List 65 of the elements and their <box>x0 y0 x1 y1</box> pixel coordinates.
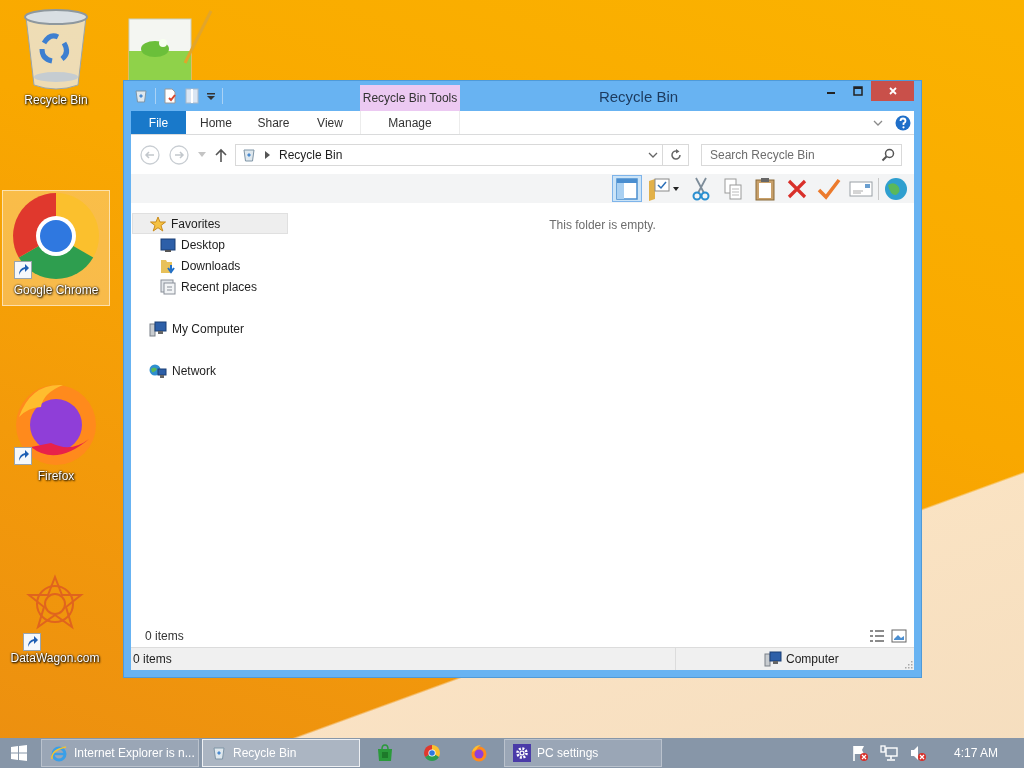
internet-explorer-icon <box>50 744 68 762</box>
status-text: 0 items <box>132 652 173 666</box>
shopping-bag-icon <box>376 744 394 762</box>
status-text: Computer <box>786 652 839 666</box>
shell-icon <box>884 176 908 201</box>
recycle-bin-icon <box>211 745 227 761</box>
nav-item[interactable]: Downloads <box>131 255 291 276</box>
nav-item[interactable]: Favorites <box>132 213 288 234</box>
dropdown-icon[interactable] <box>206 91 216 101</box>
ribbon-tab[interactable]: View <box>301 111 359 134</box>
refresh-icon <box>668 147 683 162</box>
recycle-bin-icon[interactable] <box>133 88 149 104</box>
empty-folder-message: This folder is empty. <box>548 218 657 232</box>
copy-icon <box>723 177 743 200</box>
nav-item[interactable]: Desktop <box>131 234 291 255</box>
contextual-tab-group: Recycle Bin Tools <box>360 85 460 111</box>
document-check-icon[interactable] <box>162 88 178 104</box>
envelope-icon <box>849 179 873 198</box>
refresh-button[interactable] <box>663 143 689 166</box>
pane-layout-icon <box>616 177 638 200</box>
ribbon-tab[interactable]: Home <box>186 111 246 134</box>
windows-logo-icon <box>11 745 27 761</box>
scissors-icon <box>691 176 711 201</box>
resize-grip-icon[interactable] <box>903 659 913 669</box>
firefox-icon <box>470 744 488 762</box>
close-button[interactable] <box>871 81 914 101</box>
chevron-icon[interactable] <box>648 151 658 158</box>
star-icon <box>150 215 166 232</box>
download-folder-icon <box>160 257 176 274</box>
item-count: 0 items <box>145 629 184 643</box>
breadcrumb-arrow-icon[interactable] <box>265 150 270 159</box>
maximize-icon <box>852 86 863 96</box>
close-icon <box>887 86 898 96</box>
flag-icon[interactable] <box>850 744 869 762</box>
chrome-icon[interactable] <box>11 191 101 281</box>
window-title: Recycle Bin <box>597 86 680 107</box>
nav-item[interactable]: Recent places <box>131 276 291 297</box>
search-field[interactable]: Search Recycle Bin <box>701 143 902 166</box>
address-path[interactable]: Recycle Bin <box>279 147 343 162</box>
file-tab[interactable]: File <box>131 111 186 134</box>
nav-item[interactable]: Network <box>131 360 291 381</box>
recycle-bin-icon <box>241 146 257 163</box>
speaker-icon[interactable] <box>908 744 927 762</box>
chevron-icon[interactable] <box>873 119 883 126</box>
checkmark-icon <box>817 177 841 200</box>
caret-icon[interactable] <box>198 152 206 157</box>
monitor-icon <box>160 236 176 253</box>
computer-icon <box>149 320 167 337</box>
delete-icon <box>786 177 808 200</box>
gear-icon <box>513 744 531 762</box>
ribbon-tab[interactable]: Share <box>246 111 301 134</box>
details-view-icon[interactable] <box>869 629 885 643</box>
network-icon[interactable] <box>879 744 898 762</box>
computer-icon <box>764 651 782 667</box>
globe-network-icon <box>149 362 167 379</box>
ribbon-tab[interactable]: Manage <box>360 111 460 134</box>
search-icon[interactable] <box>881 147 895 162</box>
toolbar-button[interactable] <box>612 175 642 202</box>
recent-places-icon <box>160 278 176 295</box>
chrome-icon <box>423 744 441 762</box>
address-bar[interactable]: Recycle Bin <box>235 143 663 166</box>
help-icon[interactable] <box>895 114 911 131</box>
up-arrow-icon[interactable] <box>215 147 227 162</box>
nav-item[interactable]: My Computer <box>131 318 291 339</box>
large-icons-view-icon[interactable] <box>891 629 907 643</box>
